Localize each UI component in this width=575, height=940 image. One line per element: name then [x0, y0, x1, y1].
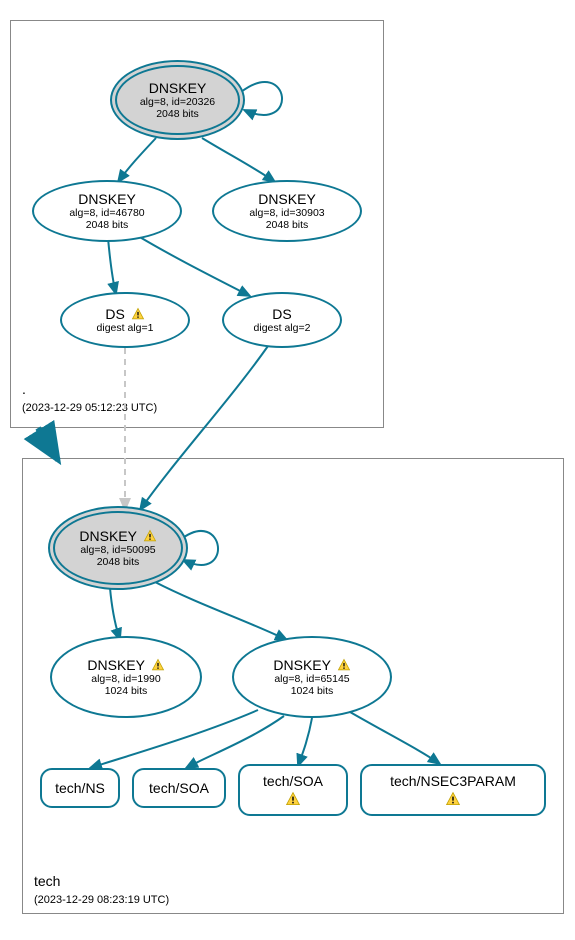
- node-tech-soa2: tech/SOA: [238, 764, 348, 816]
- node-ds2: DS digest alg=2: [222, 292, 342, 348]
- node-root-zsk2-l2: alg=8, id=30903: [249, 207, 324, 219]
- node-root-ksk-l2: alg=8, id=20326: [140, 96, 215, 108]
- node-root-ksk-title: DNSKEY: [149, 80, 207, 96]
- warning-icon: [445, 791, 461, 807]
- zone-tech-label: tech (2023-12-29 08:23:19 UTC): [34, 872, 169, 908]
- node-root-zsk2-title: DNSKEY: [258, 191, 316, 207]
- node-root-zsk2-l3: 2048 bits: [266, 219, 309, 231]
- node-root-ksk-l3: 2048 bits: [156, 108, 199, 120]
- node-ds1-l2: digest alg=1: [97, 322, 154, 334]
- node-root-zsk1-l3: 2048 bits: [86, 219, 129, 231]
- node-tech-ns-title: tech/NS: [55, 780, 105, 796]
- node-ds1-title: DS: [105, 306, 144, 322]
- node-tech-nsec3: tech/NSEC3PARAM: [360, 764, 546, 816]
- node-tech-nsec3-title: tech/NSEC3PARAM: [390, 773, 516, 789]
- node-root-zsk1: DNSKEY alg=8, id=46780 2048 bits: [32, 180, 182, 242]
- zone-root-ts: (2023-12-29 05:12:23 UTC): [22, 402, 157, 414]
- node-tech-ksk: DNSKEY alg=8, id=50095 2048 bits: [48, 506, 188, 590]
- node-root-zsk1-title: DNSKEY: [78, 191, 136, 207]
- node-ds1: DS digest alg=1: [60, 292, 190, 348]
- node-tech-soa2-title: tech/SOA: [263, 773, 323, 789]
- warning-icon: [143, 529, 157, 543]
- node-tech-zsk2: DNSKEY alg=8, id=65145 1024 bits: [232, 636, 392, 718]
- warning-icon: [285, 791, 301, 807]
- node-root-zsk2: DNSKEY alg=8, id=30903 2048 bits: [212, 180, 362, 242]
- node-tech-soa: tech/SOA: [132, 768, 226, 808]
- warning-icon: [151, 658, 165, 672]
- node-tech-soa-title: tech/SOA: [149, 780, 209, 796]
- node-tech-zsk1-title: DNSKEY: [87, 657, 164, 673]
- node-tech-zsk1-l3: 1024 bits: [105, 685, 148, 697]
- node-tech-zsk1: DNSKEY alg=8, id=1990 1024 bits: [50, 636, 202, 718]
- zone-tech-ts: (2023-12-29 08:23:19 UTC): [34, 894, 169, 906]
- warning-icon: [337, 658, 351, 672]
- node-tech-ksk-l3: 2048 bits: [97, 556, 140, 568]
- node-tech-zsk2-l3: 1024 bits: [291, 685, 334, 697]
- zone-root-name: .: [22, 381, 26, 397]
- node-tech-zsk1-l2: alg=8, id=1990: [91, 673, 160, 685]
- zone-tech-name: tech: [34, 873, 60, 889]
- node-tech-zsk2-l2: alg=8, id=65145: [274, 673, 349, 685]
- node-tech-ksk-title: DNSKEY: [79, 528, 156, 544]
- node-tech-ksk-l2: alg=8, id=50095: [80, 544, 155, 556]
- zone-root-label: . (2023-12-29 05:12:23 UTC): [22, 380, 157, 416]
- node-root-ksk: DNSKEY alg=8, id=20326 2048 bits: [110, 60, 245, 140]
- node-tech-zsk2-title: DNSKEY: [273, 657, 350, 673]
- node-root-zsk1-l2: alg=8, id=46780: [69, 207, 144, 219]
- warning-icon: [131, 307, 145, 321]
- node-ds2-l2: digest alg=2: [254, 322, 311, 334]
- node-tech-ns: tech/NS: [40, 768, 120, 808]
- node-ds2-title: DS: [272, 306, 291, 322]
